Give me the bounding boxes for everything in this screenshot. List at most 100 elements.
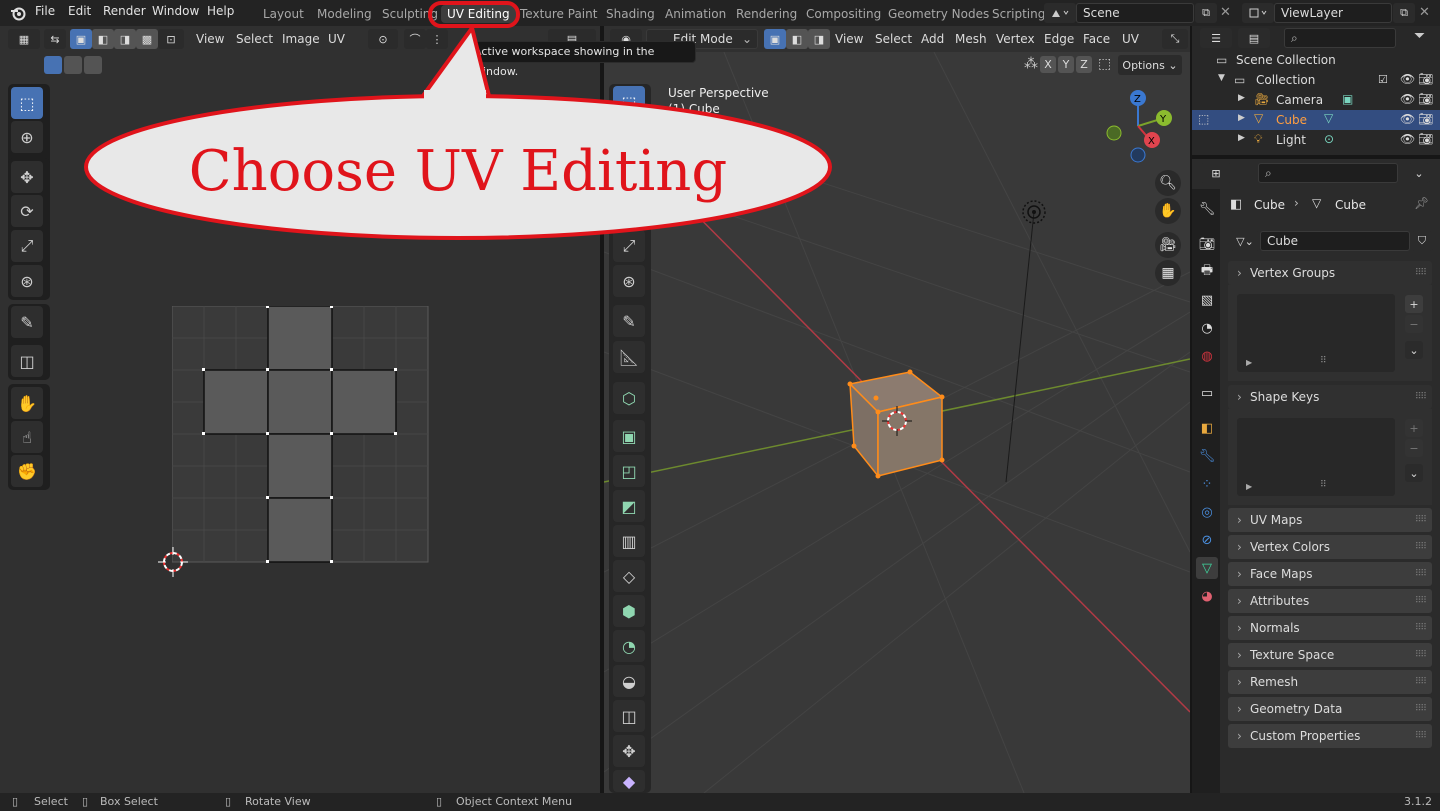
fake-user-shield-icon[interactable]: ⛉ (1411, 231, 1433, 251)
modifiers-tab-icon[interactable]: 🔧︎ (1196, 445, 1218, 467)
cube-mesh[interactable] (847, 369, 945, 479)
knife-tool-icon[interactable]: ◇ (613, 560, 645, 592)
remesh-panel[interactable]: Remesh ⠿⠿ (1228, 670, 1432, 694)
collection-tab-icon[interactable]: ▭ (1196, 382, 1218, 404)
list-resize-grip-icon[interactable]: ⠿ (1320, 480, 1327, 490)
pan-hand-icon[interactable]: ✋ (1155, 198, 1181, 224)
properties-search-input[interactable]: ⌕ (1258, 163, 1398, 183)
add-cube-tool-icon[interactable]: ⬡ (613, 382, 645, 414)
loop-cut-tool-icon[interactable]: ▥ (613, 525, 645, 557)
grip-icon[interactable]: ⠿⠿ (1415, 697, 1427, 721)
vp-menu-face[interactable]: Face (1083, 32, 1110, 46)
output-tab-icon[interactable]: 🖶︎ (1196, 261, 1218, 283)
expand-arrow-icon[interactable]: ▼ (1218, 73, 1225, 83)
edge-slide-tool-icon[interactable]: ◫ (613, 700, 645, 732)
texture-space-panel[interactable]: Texture Space ⠿⠿ (1228, 643, 1432, 667)
scene-tab-icon[interactable]: ◔ (1196, 317, 1218, 339)
display-mode-icon[interactable]: ▤ (1238, 28, 1270, 48)
grip-icon[interactable]: ⠿⠿ (1415, 508, 1427, 532)
constraints-tab-icon[interactable]: ⊘ (1196, 529, 1218, 551)
measure-tool-icon[interactable]: 📐︎ (613, 341, 645, 373)
remove-shape-key-button[interactable]: − (1405, 439, 1423, 457)
uv-maps-panel[interactable]: UV Maps ⠿⠿ (1228, 508, 1432, 532)
normals-panel[interactable]: Normals ⠿⠿ (1228, 616, 1432, 640)
vertex-group-specials-button[interactable]: ⌄ (1405, 341, 1423, 359)
grip-icon[interactable]: ⠿⠿ (1415, 616, 1427, 640)
close-scene-icon[interactable]: ✕ (1220, 5, 1231, 20)
view-layer-tab-icon[interactable]: ▧ (1196, 289, 1218, 311)
remove-vertex-group-button[interactable]: − (1405, 315, 1423, 333)
vp-menu-mesh[interactable]: Mesh (955, 32, 987, 46)
new-scene-icon[interactable]: ⧉ (1195, 3, 1217, 23)
transform-orientation-icon[interactable]: ⤡ (1162, 29, 1188, 49)
checkbox-icon[interactable]: ☑ (1378, 73, 1388, 86)
pin-icon[interactable]: 📌︎ (1414, 196, 1429, 210)
blender-logo-icon[interactable] (10, 5, 26, 21)
menu-file[interactable]: File (35, 4, 55, 18)
grip-icon[interactable]: ⠿⠿ (1415, 589, 1427, 613)
move-tool-icon[interactable]: ✥ (11, 161, 43, 193)
inset-tool-icon[interactable]: ◰ (613, 455, 645, 487)
mirror-icon[interactable]: ⁂ (1024, 56, 1038, 72)
properties-options-icon[interactable]: ⌄ (1408, 163, 1430, 183)
vertex-groups-list[interactable] (1237, 294, 1395, 372)
shape-keys-list[interactable] (1237, 418, 1395, 496)
annotate-tool-icon[interactable]: ✎ (11, 306, 43, 338)
view-layer-selector-button[interactable] (1242, 3, 1274, 23)
tab-scripting[interactable]: Scripting (992, 7, 1045, 21)
material-tab-icon[interactable]: ◕ (1196, 585, 1218, 607)
grip-icon[interactable]: ⠿⠿ (1415, 535, 1427, 559)
outliner-camera[interactable]: ▶ 🎥︎ Camera ▣ 👁︎ 📷︎ (1192, 90, 1440, 110)
render-tab-icon[interactable]: 📷︎ (1196, 233, 1218, 255)
outliner-search-input[interactable]: ⌕ (1284, 28, 1396, 48)
2d-cursor-icon[interactable] (158, 547, 188, 577)
select-box-tool-icon[interactable]: ⬚ (11, 87, 43, 119)
tool-tab-icon[interactable]: 🔧︎ (1196, 198, 1218, 220)
pinch-tool-icon[interactable]: ✊ (11, 455, 43, 487)
vp-menu-uv[interactable]: UV (1122, 32, 1139, 46)
custom-properties-panel[interactable]: Custom Properties ⠿⠿ (1228, 724, 1432, 748)
outliner-editor-type-icon[interactable]: ☰ (1200, 28, 1232, 48)
grip-icon[interactable]: ⠿⠿ (1415, 562, 1427, 586)
object-tab-icon[interactable]: ◧ (1196, 417, 1218, 439)
close-view-layer-icon[interactable]: ✕ (1419, 5, 1430, 20)
scene-selector-button[interactable] (1044, 3, 1076, 23)
eye-icon[interactable]: 👁︎ (1400, 92, 1415, 106)
view-layer-field[interactable]: ViewLayer (1274, 3, 1392, 23)
list-expand-icon[interactable]: ▶ (1246, 358, 1252, 367)
transform-tool-icon[interactable]: ⊛ (11, 265, 43, 297)
properties-editor-type-icon[interactable]: ⊞ (1200, 163, 1232, 183)
extrude-tool-icon[interactable]: ▣ (613, 420, 645, 452)
vp-menu-add[interactable]: Add (921, 32, 944, 46)
eye-icon[interactable]: 👁︎ (1400, 72, 1415, 86)
eye-icon[interactable]: 👁︎ (1400, 112, 1415, 126)
mesh-name-field[interactable]: Cube (1260, 231, 1410, 251)
options-dropdown[interactable]: Options ⌄ (1118, 55, 1182, 75)
outliner-light[interactable]: ▶ 💡︎ Light ⊙ 👁︎ 📷︎ (1192, 130, 1440, 150)
light-object-icon[interactable] (1022, 200, 1046, 224)
sync-selection-icon[interactable]: ⇆ (44, 29, 66, 49)
rip-region-tool-icon[interactable]: ◫ (11, 345, 43, 377)
relax-tool-icon[interactable]: ☝ (11, 421, 43, 453)
shape-key-specials-button[interactable]: ⌄ (1405, 464, 1423, 482)
world-tab-icon[interactable]: ◍ (1196, 345, 1218, 367)
filter-icon[interactable]: ⏷ (1414, 28, 1425, 44)
outliner-cube[interactable]: ⬚ ▶ ▽ Cube ▽ 👁︎ 📷︎ (1192, 110, 1440, 130)
add-vertex-group-button[interactable]: + (1405, 295, 1423, 313)
camera-render-icon[interactable]: 📷︎ (1418, 112, 1433, 126)
select-new-icon[interactable] (44, 56, 62, 74)
camera-render-icon[interactable]: 📷︎ (1418, 72, 1433, 86)
scene-name-field[interactable]: Scene (1076, 3, 1194, 23)
zoom-icon[interactable]: 🔍︎ (1155, 170, 1181, 196)
vp-menu-edge[interactable]: Edge (1044, 32, 1074, 46)
rotate-tool-icon[interactable]: ⟳ (11, 195, 43, 227)
grip-icon[interactable]: ⠿⠿ (1415, 261, 1427, 285)
breadcrumb-mesh[interactable]: Cube (1335, 198, 1366, 212)
shear-tool-icon[interactable]: ◆ (613, 770, 645, 792)
physics-tab-icon[interactable]: ◎ (1196, 501, 1218, 523)
tab-geometry-nodes[interactable]: Geometry Nodes (888, 7, 989, 21)
new-view-layer-icon[interactable]: ⧉ (1393, 3, 1415, 23)
vertex-colors-panel[interactable]: Vertex Colors ⠿⠿ (1228, 535, 1432, 559)
vp-menu-select[interactable]: Select (875, 32, 912, 46)
vp-transform-tool-icon[interactable]: ⊛ (613, 265, 645, 297)
